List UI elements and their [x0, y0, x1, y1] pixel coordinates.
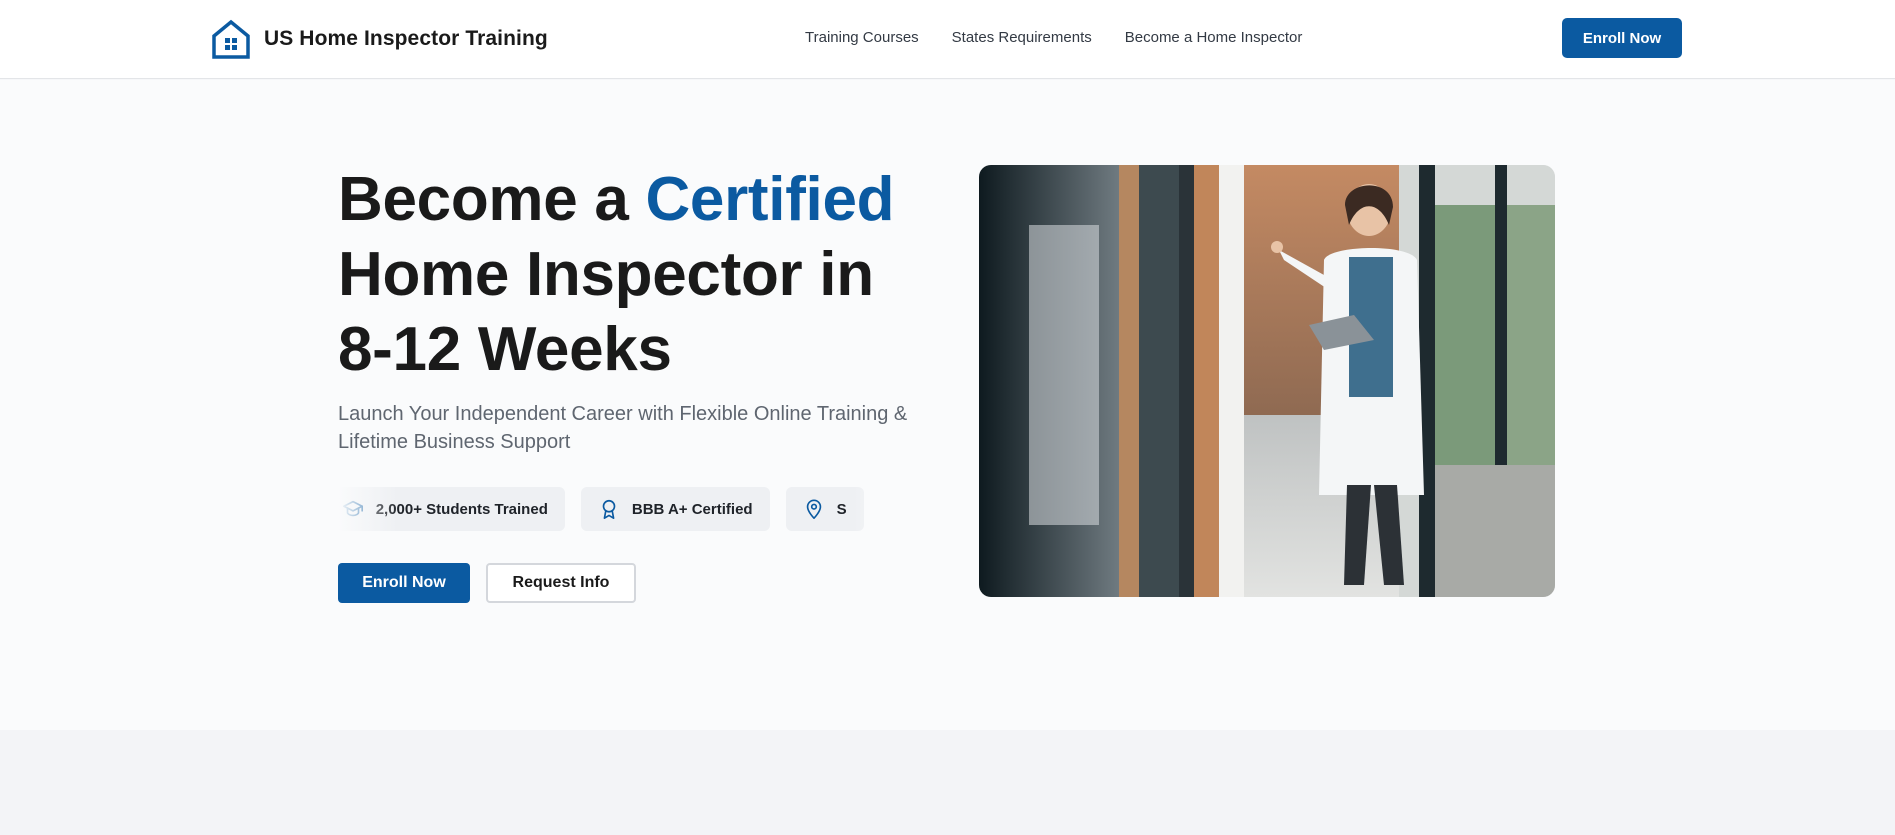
nav-become-inspector[interactable]: Become a Home Inspector [1125, 29, 1303, 46]
hero-section: Become a Certified Home Inspector in 8-12… [0, 80, 1895, 730]
inspector-photo [979, 165, 1555, 597]
award-icon [602, 499, 616, 519]
site-header: US Home Inspector Training Training Cour… [0, 0, 1895, 79]
main-nav: Training Courses States Requirements Bec… [805, 29, 1335, 46]
hero-title: Become a Certified Home Inspector in 8-12… [338, 162, 938, 387]
next-section [0, 730, 1895, 835]
badge-students-trained: 2,000+ Students Trained [338, 487, 565, 531]
badge-bbb-certified: BBB A+ Certified [580, 487, 770, 531]
badges-carousel: siness 2,000+ Students Trained BBB A+ Ce… [338, 487, 913, 531]
graduation-cap-icon [342, 500, 363, 517]
badges-track: siness 2,000+ Students Trained BBB A+ Ce… [338, 487, 880, 531]
header-enroll-button[interactable]: Enroll Now [1562, 18, 1682, 58]
nav-training-courses[interactable]: Training Courses [805, 29, 919, 46]
house-logo-icon [212, 19, 250, 59]
logo[interactable]: US Home Inspector Training [211, 19, 548, 59]
badge-label: S [836, 500, 847, 518]
badge-states: S [785, 487, 864, 531]
hero-image [979, 165, 1555, 597]
badge-label: 2,000+ Students Trained [375, 500, 548, 518]
hero-title-part1: Become a [338, 165, 646, 234]
request-info-button[interactable]: Request Info [486, 563, 636, 603]
enroll-now-button[interactable]: Enroll Now [338, 563, 470, 603]
badge-label: BBB A+ Certified [631, 500, 753, 518]
nav-states-requirements[interactable]: States Requirements [952, 29, 1092, 46]
hero-subtitle: Launch Your Independent Career with Flex… [338, 403, 908, 453]
map-pin-icon [806, 499, 821, 519]
hero-title-accent: Certified [645, 165, 895, 234]
hero-title-part2: Home Inspector in 8-12 Weeks [338, 240, 874, 384]
logo-text: US Home Inspector Training [264, 27, 548, 50]
